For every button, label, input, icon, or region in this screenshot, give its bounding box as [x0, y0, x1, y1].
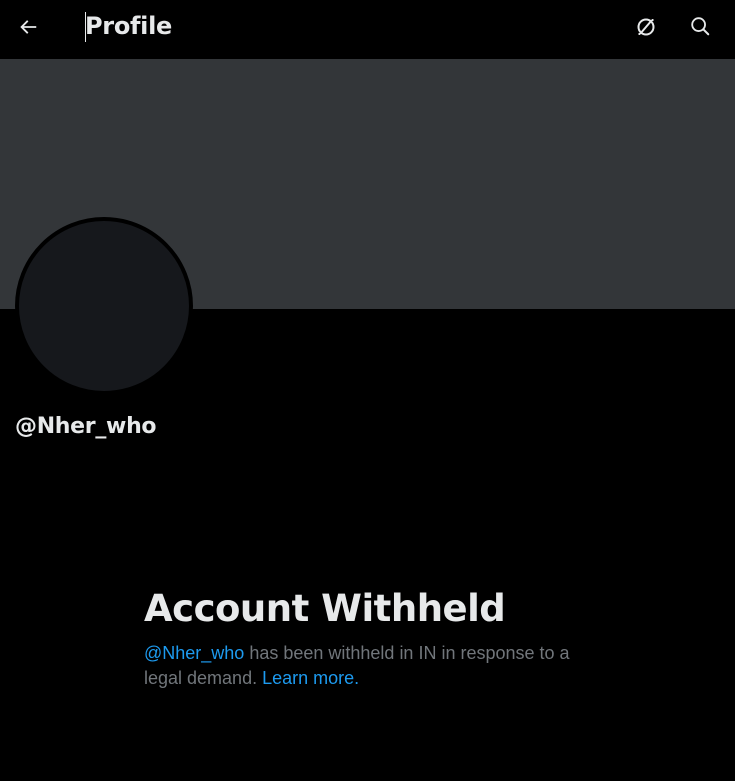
page-title: Profile: [85, 12, 172, 40]
learn-more-link[interactable]: Learn more.: [262, 668, 359, 688]
search-button[interactable]: [682, 8, 718, 44]
back-button[interactable]: [10, 9, 46, 45]
withheld-notice: Account Withheld @Nher_who has been with…: [144, 585, 604, 691]
profile-handle: @Nher_who: [15, 414, 157, 439]
handle-link[interactable]: @Nher_who: [144, 643, 244, 663]
search-icon: [691, 17, 710, 36]
withheld-title: Account Withheld: [144, 587, 506, 630]
sync-button[interactable]: [628, 9, 664, 45]
circle-slash-sync-icon: [637, 18, 655, 36]
avatar[interactable]: [15, 217, 193, 395]
arrow-left-icon: [20, 20, 37, 34]
withheld-message: @Nher_who has been withheld in IN in res…: [144, 641, 604, 691]
top-bar: Profile: [0, 0, 735, 55]
